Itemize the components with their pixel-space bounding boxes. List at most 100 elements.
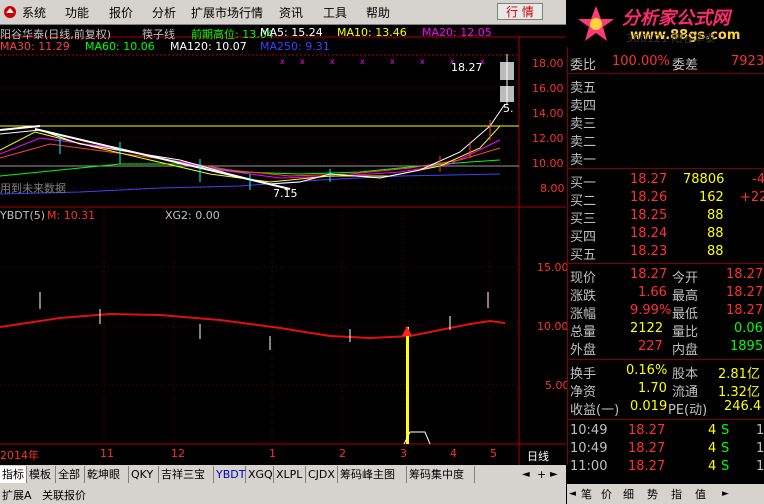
buy3-row[interactable]: 买三 18.25 88	[568, 207, 764, 227]
status-bar: 扩展A 关联报价	[0, 484, 566, 504]
menu-function[interactable]: 功能	[65, 4, 89, 21]
extension-a-button[interactable]: 扩展A	[2, 487, 32, 503]
tab-all[interactable]: 全部	[56, 466, 85, 483]
tick-volume: 4	[708, 441, 717, 456]
menu-system[interactable]: 系统	[22, 4, 46, 21]
weibi-row: 委比 100.00% 委差 79232	[568, 53, 764, 73]
linked-quote-button[interactable]: 关联报价	[42, 487, 86, 503]
divider	[568, 359, 764, 360]
buy-volume: 88	[707, 226, 724, 241]
tab-indicator[interactable]: 指标	[0, 466, 27, 483]
quote-tab-tick[interactable]: 笔	[581, 486, 592, 502]
quote-tab-price[interactable]: 价	[601, 486, 612, 502]
chopstick-line	[34, 128, 291, 190]
fin-value: 1.70	[638, 381, 667, 396]
menu-quote[interactable]: 报价	[109, 4, 133, 21]
buy-volume: 162	[699, 190, 724, 205]
tab-cjdx[interactable]: CJDX	[306, 466, 338, 483]
ma30-line	[0, 143, 501, 177]
buy-volume: 78806	[683, 172, 725, 187]
tab-xgq[interactable]: XGQ	[246, 466, 274, 483]
quote-tab-value[interactable]: 值	[695, 486, 706, 502]
tab-qky[interactable]: QKY	[129, 466, 159, 483]
buy-price: 18.23	[630, 244, 668, 259]
tab-add-icon[interactable]: +	[537, 468, 546, 481]
quote-tab-left-icon[interactable]: ◄	[569, 489, 576, 499]
tab-template[interactable]: 模板	[27, 466, 56, 483]
tick-dir: S	[721, 423, 730, 438]
tab-jixiangsanbao[interactable]: 吉祥三宝	[159, 466, 214, 483]
menu-analysis[interactable]: 分析	[152, 4, 176, 21]
fin-value: 246.4	[724, 399, 762, 414]
divider	[568, 263, 764, 264]
x-tick: 12	[171, 447, 185, 460]
app-logo-icon	[4, 6, 16, 18]
quote-tab-detail[interactable]: 细	[623, 486, 634, 502]
quote-button[interactable]: 行 情	[497, 3, 543, 20]
ma60-label: MA60: 10.06	[85, 40, 155, 53]
buy-price: 18.24	[630, 226, 668, 241]
weicha-label: 委差	[672, 58, 699, 73]
weicha-value: 79232	[731, 54, 764, 69]
svg-text:x: x	[390, 57, 395, 66]
kline-chart-svg[interactable]: xxxxxxxx	[0, 24, 566, 465]
stat-row: 涨跌 1.66 最高 18.27	[568, 284, 764, 304]
buy5-row[interactable]: 买五 18.23 88	[568, 243, 764, 263]
sell-label: 卖一	[570, 153, 597, 168]
tab-scroll-right-icon[interactable]: ►	[550, 469, 558, 480]
buy-price: 18.27	[630, 172, 668, 187]
tick-row: 11:00 18.27 4 S 1	[568, 458, 764, 476]
stat-value: 227	[638, 339, 663, 354]
y-tick: 18.00	[532, 57, 564, 70]
period-label[interactable]: 日线	[527, 448, 549, 464]
x-tick: 5	[490, 447, 497, 460]
kline-chart-panel[interactable]: xxxxxxxx 阳谷华泰(日线,前复权) 筷子线 前期高位: 13.04 MA…	[0, 24, 570, 465]
quote-tab-index[interactable]: 指	[671, 486, 682, 502]
buy4-row[interactable]: 买四 18.24 88	[568, 225, 764, 245]
ma30-label: MA30: 11.29	[0, 40, 70, 53]
tick-count: 1	[756, 441, 764, 456]
tab-chip-concentration[interactable]: 筹码集中度	[407, 466, 475, 483]
quote-panel: 委比 100.00% 委差 79232 卖五 卖四 卖三 卖二 卖一 买一 18…	[567, 47, 764, 474]
tick-row: 10:49 18.27 4 S 1	[568, 422, 764, 440]
stat-row: 外盘 227 内盘 1895	[568, 338, 764, 358]
buy-volume: 88	[707, 244, 724, 259]
x-tick: 11	[100, 447, 114, 460]
quote-tab-right-icon[interactable]: ►	[722, 489, 729, 499]
tab-ybdt[interactable]: YBDT	[214, 466, 246, 483]
y-tick: 12.00	[532, 132, 564, 145]
ma20-label: MA20: 12.05	[422, 26, 492, 39]
divider	[568, 73, 764, 74]
tick-time: 10:49	[570, 423, 608, 438]
tab-scroll-left-icon[interactable]: ◄	[522, 469, 530, 480]
svg-text:x: x	[420, 57, 425, 66]
sub-indicator-name: YBDT(5)	[0, 209, 46, 222]
tick-count: 1	[756, 459, 764, 474]
buy2-row[interactable]: 买二 18.26 162 +22	[568, 189, 764, 209]
sub-xg-value: XG2: 0.00	[165, 209, 220, 222]
menu-help[interactable]: 帮助	[366, 4, 390, 21]
buy1-row[interactable]: 买一 18.27 78806 -4	[568, 171, 764, 191]
menu-info[interactable]: 资讯	[279, 4, 303, 21]
tab-chip-peak[interactable]: 筹码峰主图	[338, 466, 407, 483]
y-tick: 14.00	[532, 107, 564, 120]
quote-tab-trend[interactable]: 势	[647, 486, 658, 502]
x-tick: 3	[400, 447, 407, 460]
tab-qiankunyan[interactable]: 乾坤眼	[85, 466, 129, 483]
tick-price: 18.27	[628, 441, 666, 456]
stat-value: 18.27	[726, 303, 764, 318]
sell5-row: 卖五	[568, 76, 764, 96]
buy-price: 18.25	[630, 208, 668, 223]
tick-price: 18.27	[628, 459, 666, 474]
x-tick: 2014年	[0, 449, 39, 462]
tab-xlpl[interactable]: XLPL	[274, 466, 306, 483]
fin-row: 收益(一) 0.019 PE(动) 246.4	[568, 398, 764, 418]
y-tick: 16.00	[532, 82, 564, 95]
sub-y-tick: 5.00	[545, 379, 570, 392]
menu-extended-market[interactable]: 扩展市场行情	[191, 4, 263, 21]
menu-tools[interactable]: 工具	[323, 4, 347, 21]
sell1-row: 卖一	[568, 148, 764, 168]
fin-value: 0.16%	[626, 363, 668, 378]
stat-label: 内盘	[672, 343, 699, 358]
sub-y-tick: 10.00	[537, 320, 569, 333]
